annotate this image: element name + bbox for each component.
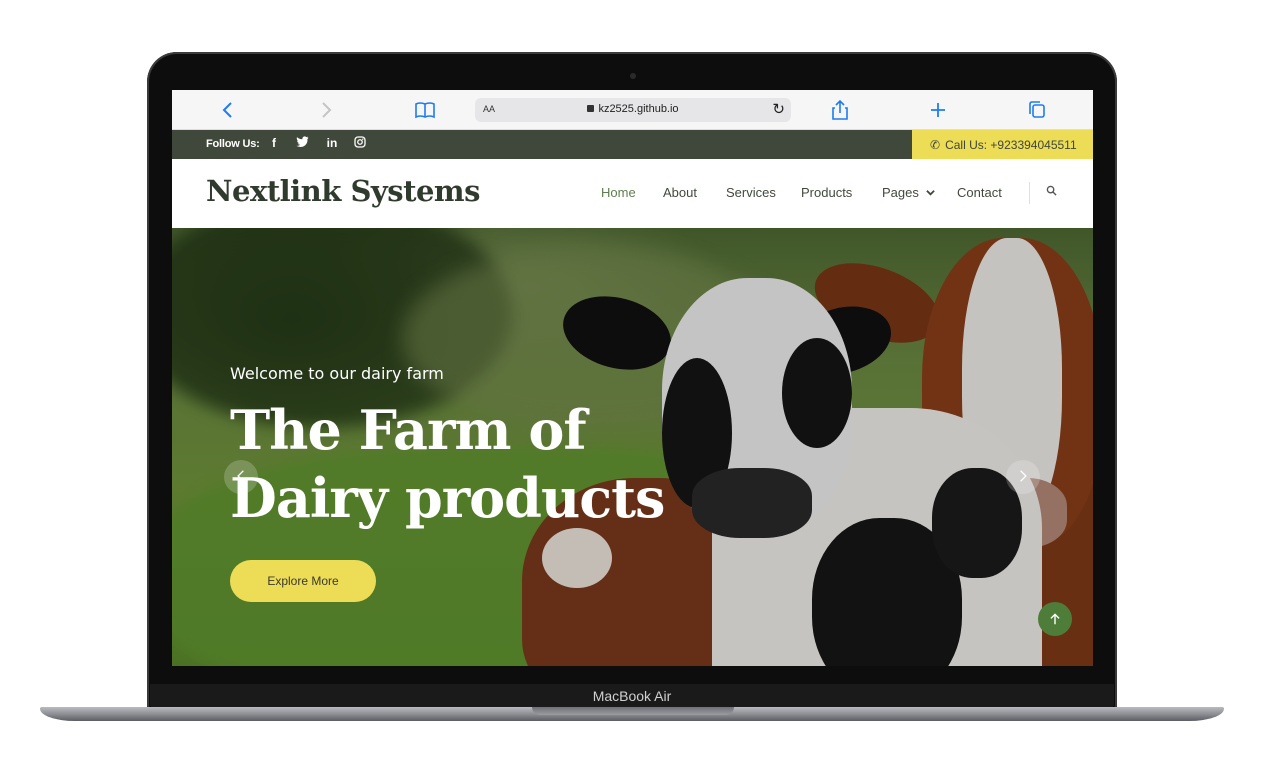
- twitter-icon[interactable]: [294, 136, 310, 151]
- explore-more-button[interactable]: Explore More: [230, 560, 376, 602]
- linkedin-icon[interactable]: in: [324, 136, 340, 150]
- tabs-icon: [1029, 101, 1045, 118]
- follow-label: Follow Us:: [206, 138, 260, 150]
- back-button[interactable]: [216, 98, 240, 122]
- instagram-icon[interactable]: [352, 136, 368, 151]
- call-label: Call Us:: [945, 138, 988, 152]
- search-icon[interactable]: [1046, 185, 1057, 199]
- plus-icon: [931, 103, 945, 117]
- lock-icon: [587, 105, 595, 112]
- nav-home[interactable]: Home: [601, 185, 636, 200]
- reload-icon[interactable]: ↻: [772, 100, 785, 118]
- new-tab-button[interactable]: [926, 98, 950, 122]
- chevron-right-icon: [1020, 470, 1027, 482]
- nav-pages-label: Pages: [882, 185, 919, 200]
- nav-products[interactable]: Products: [801, 185, 852, 200]
- laptop-bezel-bottom: MacBook Air: [150, 684, 1114, 708]
- main-navbar: Nextlink Systems Home About Services Pro…: [172, 159, 1093, 228]
- top-info-bar: Follow Us: f in ✆ Call Us: +923394045511: [172, 130, 1093, 159]
- chevron-right-icon: [322, 102, 332, 118]
- hero-title: The Farm of Dairy products: [230, 398, 665, 530]
- chevron-left-icon: [222, 102, 232, 118]
- facebook-icon[interactable]: f: [266, 136, 282, 150]
- nav-about[interactable]: About: [663, 185, 697, 200]
- call-us-box[interactable]: ✆ Call Us: +923394045511: [912, 130, 1093, 159]
- site-logo[interactable]: Nextlink Systems: [206, 174, 480, 208]
- address-bar[interactable]: AA kz2525.github.io ↻: [475, 98, 791, 122]
- hero-carousel: Welcome to our dairy farm The Farm of Da…: [172, 228, 1093, 666]
- chevron-left-icon: [237, 470, 244, 482]
- share-button[interactable]: [828, 98, 852, 122]
- nav-contact[interactable]: Contact: [957, 185, 1002, 200]
- nav-divider: [1029, 182, 1030, 204]
- laptop-hinge-notch: [532, 707, 734, 715]
- arrow-up-icon: [1050, 613, 1060, 625]
- share-icon: [832, 99, 848, 120]
- bookmarks-button[interactable]: [413, 98, 437, 122]
- nav-services[interactable]: Services: [726, 185, 776, 200]
- phone-number: +923394045511: [990, 138, 1077, 152]
- camera-icon: [630, 73, 636, 79]
- phone-icon: ✆: [930, 138, 941, 152]
- browser-screen: AA kz2525.github.io ↻ Follow Us: f in ✆ C…: [172, 90, 1093, 666]
- safari-toolbar: AA kz2525.github.io ↻: [172, 90, 1093, 130]
- url-display: kz2525.github.io: [475, 103, 791, 115]
- chevron-down-icon: [925, 190, 935, 196]
- nav-pages[interactable]: Pages: [882, 185, 935, 200]
- tabs-button[interactable]: [1025, 98, 1049, 122]
- carousel-prev-button[interactable]: [224, 460, 258, 494]
- hero-subtitle: Welcome to our dairy farm: [230, 364, 444, 383]
- device-label: MacBook Air: [592, 688, 672, 704]
- book-icon: [415, 102, 435, 119]
- carousel-next-button[interactable]: [1006, 460, 1040, 494]
- forward-button[interactable]: [314, 98, 338, 122]
- url-text: kz2525.github.io: [598, 103, 679, 115]
- back-to-top-button[interactable]: [1038, 602, 1072, 636]
